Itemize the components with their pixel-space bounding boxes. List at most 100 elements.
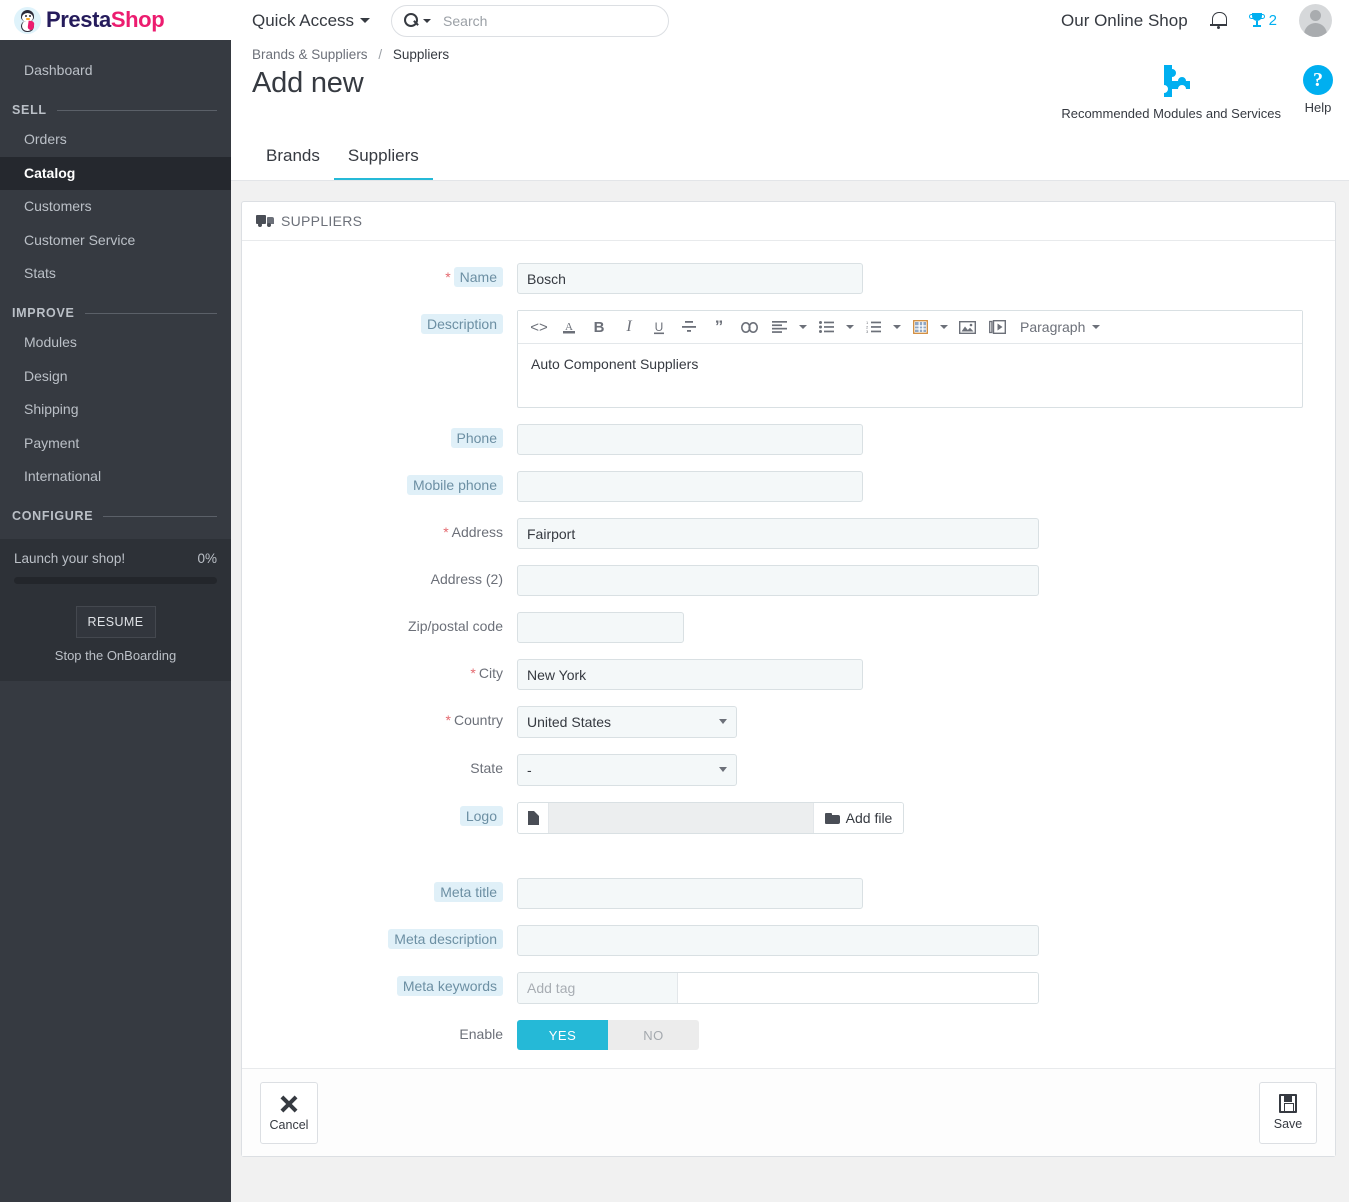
panel-footer: Cancel Save (242, 1068, 1335, 1156)
onboarding-resume-button[interactable]: RESUME (75, 606, 156, 639)
zip-input[interactable] (517, 612, 684, 643)
paragraph-format-label: Paragraph (1020, 319, 1086, 335)
sidebar-item-catalog[interactable]: Catalog (0, 156, 231, 191)
search-bar[interactable] (391, 4, 670, 37)
city-label: * City (470, 665, 503, 681)
sidebar-item-international[interactable]: International (0, 460, 231, 493)
source-code-icon[interactable]: <> (524, 314, 554, 341)
table-icon[interactable] (905, 314, 935, 341)
field-row-enable: Enable YES NO (242, 1020, 1335, 1050)
sidebar-item-stats[interactable]: Stats (0, 257, 231, 290)
sidebar-item-payment[interactable]: Payment (0, 427, 231, 460)
cancel-button[interactable]: Cancel (260, 1081, 318, 1144)
numbered-list-icon[interactable]: 123 (858, 314, 888, 341)
breadcrumb-parent[interactable]: Brands & Suppliers (252, 47, 368, 62)
enable-toggle-no[interactable]: NO (608, 1020, 699, 1050)
trophy-count: 2 (1268, 12, 1277, 29)
tag-list-area[interactable] (678, 973, 1038, 1003)
mobile-phone-label: Mobile phone (242, 471, 517, 495)
divider (103, 515, 217, 517)
enable-toggle[interactable]: YES NO (517, 1020, 699, 1050)
name-input[interactable] (517, 263, 863, 294)
field-row-name: * Name (242, 263, 1335, 294)
divider (56, 109, 217, 111)
description-editor-body[interactable]: Auto Component Suppliers (518, 344, 1302, 407)
search-input[interactable] (441, 11, 657, 30)
phone-input[interactable] (517, 424, 863, 455)
sidebar-item-design[interactable]: Design (0, 360, 231, 393)
tab-suppliers[interactable]: Suppliers (333, 137, 433, 181)
address-input[interactable] (517, 518, 1039, 549)
top-header: Quick Access Our Online Shop 2 (231, 0, 1349, 41)
address2-label: Address (2) (430, 571, 503, 587)
file-icon-box (518, 803, 549, 833)
chevron-down-icon[interactable] (423, 18, 432, 23)
field-row-city: * City (242, 659, 1335, 690)
numbered-list-dropdown-icon[interactable] (888, 314, 905, 341)
sidebar-item-dashboard[interactable]: Dashboard (0, 54, 231, 87)
text-color-icon[interactable]: A (554, 314, 584, 341)
table-dropdown-icon[interactable] (935, 314, 952, 341)
sidebar-item-customer-service[interactable]: Customer Service (0, 224, 231, 257)
strikethrough-icon[interactable] (674, 314, 704, 341)
trophy-badge[interactable]: 2 (1248, 12, 1277, 29)
sidebar-item-shipping[interactable]: Shipping (0, 393, 231, 426)
shop-name-link[interactable]: Our Online Shop (1061, 11, 1188, 31)
truck-icon (256, 214, 274, 228)
chevron-down-icon (1092, 325, 1101, 329)
italic-icon[interactable]: I (614, 314, 644, 341)
link-icon[interactable] (734, 314, 764, 341)
required-marker: * (470, 665, 476, 681)
address2-input[interactable] (517, 565, 1039, 596)
meta-description-input[interactable] (517, 925, 1039, 956)
blockquote-icon[interactable]: ” (704, 314, 734, 341)
bold-icon[interactable]: B (584, 314, 614, 341)
add-file-button[interactable]: Add file (813, 803, 903, 833)
onboarding-percent: 0% (197, 551, 217, 567)
bell-icon[interactable] (1209, 11, 1227, 30)
help-button[interactable]: ? Help (1303, 63, 1333, 115)
country-select[interactable]: United States (517, 706, 737, 738)
page-tabs: Brands Suppliers (252, 137, 433, 181)
save-button[interactable]: Save (1259, 1081, 1317, 1144)
page-header-actions: Recommended Modules and Services ? Help (1061, 63, 1333, 121)
tab-brands[interactable]: Brands (252, 137, 334, 181)
quick-access-dropdown[interactable]: Quick Access (252, 10, 371, 31)
country-label: * Country (445, 712, 503, 728)
align-dropdown-icon[interactable] (794, 314, 811, 341)
align-icon[interactable] (764, 314, 794, 341)
help-label: Help (1304, 100, 1332, 115)
state-select[interactable]: - (517, 754, 737, 786)
recommended-modules-button[interactable]: Recommended Modules and Services (1061, 63, 1281, 121)
sidebar-item-customers[interactable]: Customers (0, 190, 231, 223)
meta-keywords-tag-input[interactable] (517, 972, 1039, 1004)
video-icon[interactable] (982, 314, 1012, 341)
sidebar-section-improve: IMPROVE (0, 290, 231, 326)
sidebar-section-configure: CONFIGURE (0, 493, 231, 529)
document-icon (527, 811, 539, 825)
address-label: * Address (443, 524, 503, 540)
quick-access-label: Quick Access (252, 10, 355, 30)
tag-input[interactable] (518, 973, 678, 1003)
brand-logo[interactable]: PrestaShop (0, 0, 231, 40)
mobile-phone-input[interactable] (517, 471, 863, 502)
meta-title-input[interactable] (517, 878, 863, 909)
sidebar-item-modules[interactable]: Modules (0, 326, 231, 359)
enable-toggle-yes[interactable]: YES (517, 1020, 608, 1050)
city-input[interactable] (517, 659, 863, 690)
logo-file-input[interactable]: Add file (517, 802, 904, 834)
field-row-description: Description <> A B I U ” 1 2 3 Paragraph… (242, 310, 1335, 408)
image-icon[interactable] (952, 314, 982, 341)
underline-icon[interactable]: U (644, 314, 674, 341)
sidebar-item-orders[interactable]: Orders (0, 123, 231, 156)
sidebar-section-improve-label: IMPROVE (12, 306, 75, 321)
required-marker: * (445, 712, 451, 728)
paragraph-format-dropdown[interactable]: Paragraph (1012, 314, 1108, 341)
sidebar-nav: Dashboard SELL Orders Catalog Customers … (0, 40, 231, 1202)
logo-filename-display (549, 803, 813, 833)
onboarding-stop-link[interactable]: Stop the OnBoarding (14, 648, 217, 663)
avatar[interactable] (1299, 4, 1332, 37)
meta-keywords-label: Meta keywords (242, 972, 517, 996)
bullet-list-dropdown-icon[interactable] (841, 314, 858, 341)
bullet-list-icon[interactable] (811, 314, 841, 341)
